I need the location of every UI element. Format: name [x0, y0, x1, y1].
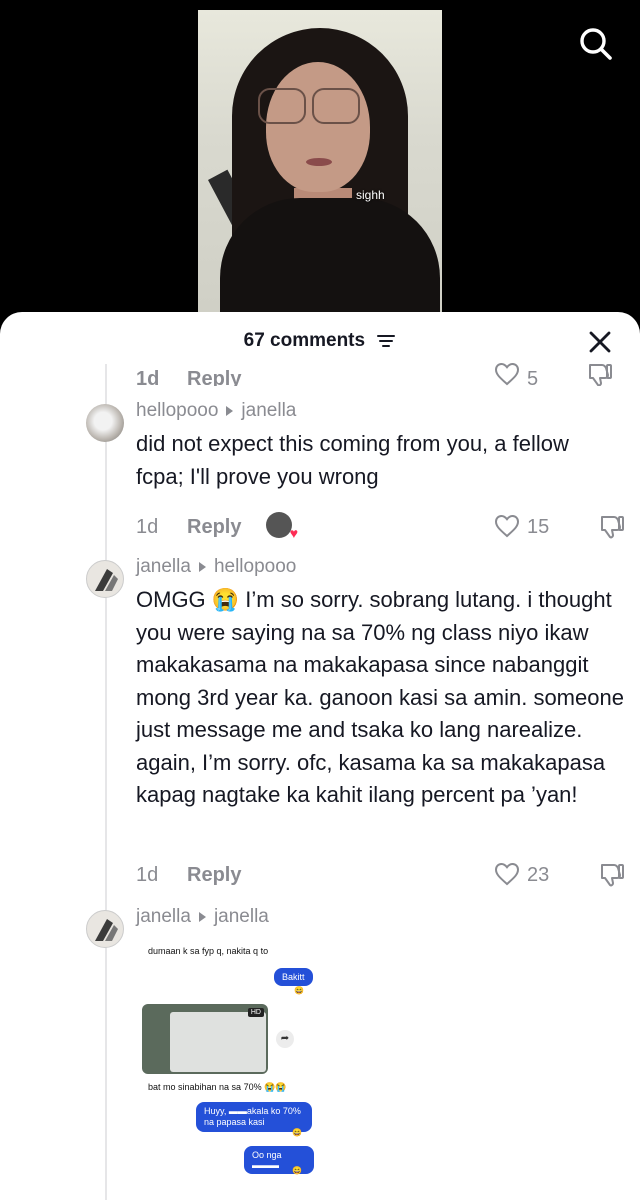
person-top — [220, 198, 440, 330]
avatar[interactable] — [86, 560, 124, 598]
dislike-icon[interactable] — [586, 362, 614, 386]
glasses-right — [312, 88, 360, 124]
message-incoming: dumaan k sa fyp q, nakita q to — [148, 946, 269, 956]
shared-video-thumbnail: HD — [142, 1004, 268, 1074]
avatar-logo-icon — [95, 569, 118, 591]
shared-video-screen — [170, 1012, 266, 1072]
comment-item: janella hellopooo OMGG 😭 I’m so sorry. so… — [86, 556, 624, 900]
heart-icon: ♥ — [289, 525, 298, 541]
comment-user-line: janella janella — [136, 906, 269, 928]
comment-text: did not expect this coming from you, a f… — [136, 431, 569, 489]
reply-to-username[interactable]: janella — [241, 400, 296, 421]
comments-count-title: 67 comments — [243, 330, 366, 351]
reply-button[interactable]: Reply — [187, 368, 241, 386]
reply-to-username[interactable]: hellopooo — [214, 556, 296, 577]
comment-text: OMGG 😭 I’m so sorry. sobrang lutang. i t… — [136, 587, 624, 807]
heart-icon[interactable] — [494, 862, 520, 886]
message-outgoing: Oo nga ▬▬▬ — [244, 1146, 314, 1174]
comment-user-line: janella hellopooo — [136, 556, 296, 578]
heart-icon[interactable] — [494, 362, 520, 386]
video-player[interactable]: sighh — [0, 0, 640, 330]
reaction-emoji: 😄 — [292, 1166, 302, 1175]
comment-image[interactable]: dumaan k sa fyp q, nakita q to Bakitt 😄 … — [134, 938, 314, 1200]
comment-time: 1d — [136, 864, 159, 886]
reply-arrow-icon — [226, 405, 234, 416]
reply-arrow-icon — [198, 561, 206, 572]
comment-actions: 1d Reply ♥ 15 — [136, 512, 626, 542]
avatar[interactable] — [86, 404, 124, 442]
like-count: 15 — [527, 516, 550, 538]
comment-actions: 1d Reply 23 — [136, 860, 626, 890]
message-incoming: bat mo sinabihan na sa 70% 😭😭 — [148, 1082, 287, 1093]
reply-button[interactable]: Reply — [187, 864, 241, 887]
glasses-left — [258, 88, 306, 124]
hd-badge: HD — [247, 1008, 264, 1017]
comment-user-line: hellopooo janella — [136, 400, 296, 422]
person-lips — [306, 158, 332, 166]
share-icon: ➦ — [276, 1030, 294, 1048]
comment-username[interactable]: hellopooo — [136, 400, 218, 421]
comment-time: 1d — [136, 368, 160, 386]
dislike-icon[interactable] — [598, 514, 626, 540]
dislike-icon[interactable] — [598, 862, 626, 888]
avatar[interactable] — [86, 910, 124, 948]
video-frame[interactable]: sighh — [198, 10, 442, 330]
creator-liked-badge: ♥ — [266, 512, 298, 541]
search-icon[interactable] — [578, 26, 614, 62]
filter-icon[interactable] — [376, 333, 396, 349]
heart-icon[interactable] — [494, 514, 520, 538]
previous-comment-actions: 1d Reply 5 — [0, 358, 640, 386]
reaction-emoji: 😄 — [294, 986, 304, 995]
close-icon[interactable] — [586, 328, 614, 356]
comment-username[interactable]: janella — [136, 906, 191, 927]
comment-time: 1d — [136, 516, 159, 538]
reply-button[interactable]: Reply — [187, 516, 241, 539]
comment-item: hellopooo janella did not expect this com… — [86, 400, 624, 544]
video-caption: sighh — [356, 188, 385, 202]
message-outgoing: Bakitt — [274, 968, 313, 986]
comments-sheet: 67 comments 1d Reply 5 hellopooo janella… — [0, 312, 640, 1200]
reply-arrow-icon — [198, 911, 206, 922]
person-face — [266, 62, 370, 192]
like-count: 5 — [527, 368, 539, 386]
avatar-logo-icon — [95, 919, 118, 941]
comment-username[interactable]: janella — [136, 556, 191, 577]
reply-to-username[interactable]: janella — [214, 906, 269, 927]
like-count: 23 — [527, 864, 550, 886]
reaction-emoji: 😄 — [292, 1128, 302, 1137]
